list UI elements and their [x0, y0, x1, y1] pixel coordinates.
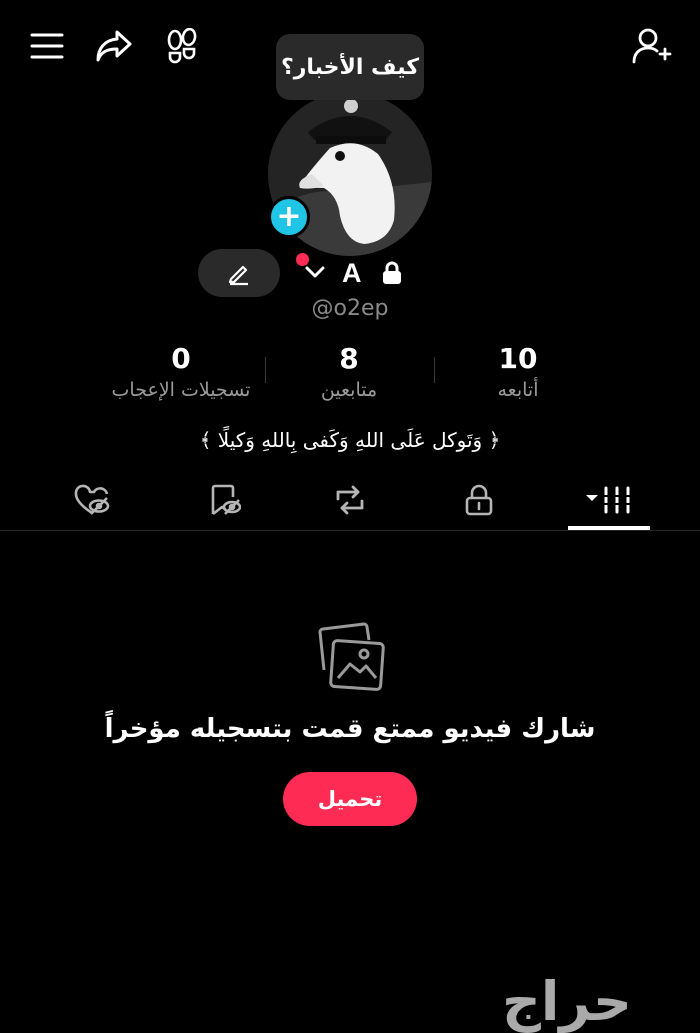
upload-button[interactable]: تحميل	[283, 772, 417, 826]
tab-videos[interactable]	[579, 474, 639, 526]
stat-label: متابعين	[320, 379, 378, 401]
tab-liked[interactable]	[62, 474, 122, 526]
favorites-icon	[211, 484, 241, 516]
photos-icon	[314, 620, 388, 692]
stat-likes[interactable]: 0 تسجيلات الإعجاب	[96, 342, 266, 401]
note-text: كيف الأخبار؟	[280, 54, 420, 80]
tabs-divider	[0, 530, 700, 531]
haraj-watermark: حراج	[502, 970, 632, 1033]
liked-icon	[74, 484, 110, 515]
lock-icon	[381, 261, 403, 285]
pencil-icon	[228, 265, 248, 286]
note-bubble[interactable]: كيف الأخبار؟	[276, 34, 424, 100]
repost-icon	[336, 485, 364, 515]
tab-reposts[interactable]	[320, 474, 380, 526]
share-icon[interactable]	[94, 26, 134, 66]
stat-value: 8	[339, 342, 359, 375]
videos-grid-icon	[586, 486, 632, 514]
stat-value: 10	[498, 342, 538, 375]
stat-label: تسجيلات الإعجاب	[111, 379, 251, 401]
profile-name: A	[342, 258, 362, 288]
edit-profile-button[interactable]	[198, 249, 280, 297]
tab-favorites[interactable]	[194, 474, 254, 526]
menu-icon[interactable]	[27, 26, 67, 66]
stat-value: 0	[171, 342, 191, 375]
plus-icon: +	[276, 199, 302, 234]
stat-followers[interactable]: 8 متابعين	[264, 342, 434, 401]
stat-label: أتابعه	[497, 379, 539, 401]
bio-text: ﴿ وَتَوكل عَلَى اللهِ وَكَفى بِاللهِ وَك…	[199, 428, 501, 452]
add-story-button[interactable]: +	[268, 196, 310, 238]
tab-private[interactable]	[449, 474, 509, 526]
private-lock-icon	[465, 484, 493, 516]
add-friend-icon[interactable]	[632, 26, 672, 66]
empty-state-title: شارك فيديو ممتع قمت بتسجيله مؤخراً	[104, 714, 596, 744]
username-handle: @o2ep	[311, 296, 389, 321]
stat-following[interactable]: 10 أتابعه	[433, 342, 603, 401]
chevron-down-icon[interactable]	[304, 264, 326, 280]
stat-divider	[434, 357, 435, 383]
footprints-icon[interactable]	[162, 26, 202, 66]
